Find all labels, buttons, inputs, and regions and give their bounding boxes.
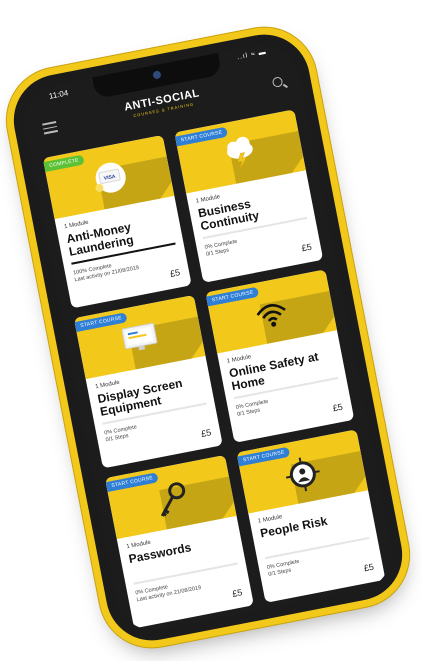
course-card-display-screen-equipment[interactable]: START COURSE 1 Module Display Screen Equ… bbox=[73, 294, 223, 469]
course-card-people-risk[interactable]: START COURSE 1 Module People Risk 0% Com… bbox=[236, 429, 386, 603]
app-screen: 11:04 ..ıl ≈ ▬ ANTI-SOCIAL COURSES & TRA… bbox=[17, 38, 399, 637]
course-card-business-continuity[interactable]: START COURSE 1 Module Business Continuit… bbox=[174, 109, 324, 283]
course-card-online-safety-at-home[interactable]: START COURSE 1 Module Online Safety at H… bbox=[205, 269, 355, 443]
course-card-anti-money-laundering[interactable]: COMPLETE VISA 1 Module Anti-Money Launde… bbox=[42, 134, 192, 309]
phone-mockup: 11:04 ..ıl ≈ ▬ ANTI-SOCIAL COURSES & TRA… bbox=[5, 26, 411, 649]
status-time: 11:04 bbox=[48, 88, 70, 101]
price: £5 bbox=[362, 561, 375, 574]
price: £5 bbox=[331, 401, 344, 414]
stage: 11:04 ..ıl ≈ ▬ ANTI-SOCIAL COURSES & TRA… bbox=[0, 0, 421, 661]
price: £5 bbox=[169, 267, 181, 279]
price: £5 bbox=[231, 587, 244, 599]
visa-card-icon: VISA bbox=[86, 157, 133, 207]
logo: ANTI-SOCIAL COURSES & TRAINING bbox=[123, 87, 201, 119]
price: £5 bbox=[200, 427, 213, 439]
person-target-icon bbox=[279, 451, 327, 503]
wifi-icon bbox=[248, 291, 295, 339]
menu-icon[interactable] bbox=[42, 121, 58, 135]
search-icon[interactable] bbox=[271, 76, 284, 88]
price: £5 bbox=[300, 241, 313, 254]
key-icon bbox=[148, 477, 196, 529]
cloud-lightning-icon bbox=[217, 131, 264, 179]
status-icons: ..ıl ≈ ▬ bbox=[236, 48, 268, 62]
monitor-icon bbox=[115, 316, 166, 365]
course-grid: COMPLETE VISA 1 Module Anti-Money Launde… bbox=[42, 109, 386, 629]
status-badge: COMPLETE bbox=[43, 154, 85, 172]
course-card-passwords[interactable]: START COURSE 1 Module Passwords 0% Compl… bbox=[104, 454, 254, 629]
